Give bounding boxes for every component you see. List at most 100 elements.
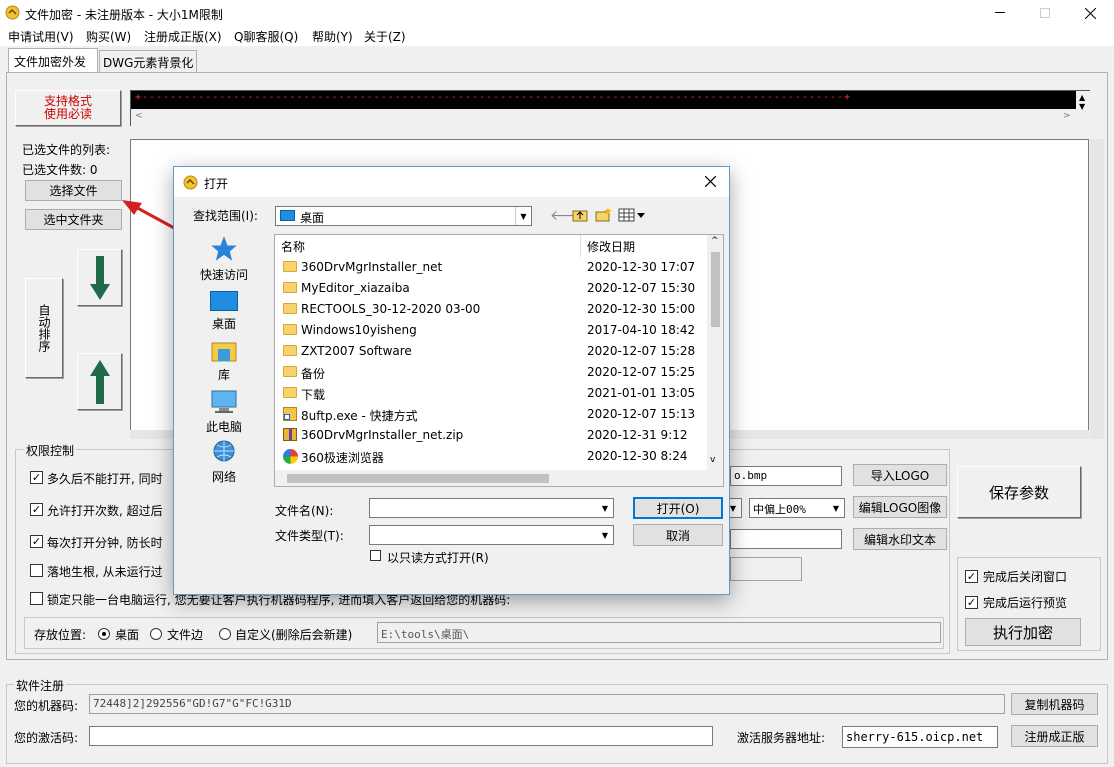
- select-folder-button[interactable]: 选中文件夹: [25, 209, 122, 230]
- file-row[interactable]: RECTOOLS_30-12-2020 03-002020-12-30 15:0…: [275, 299, 707, 320]
- hscroll-thumb[interactable]: [287, 474, 549, 483]
- checkbox-rooted[interactable]: [30, 564, 43, 577]
- dialog-vscroll[interactable]: ^ v: [707, 235, 724, 470]
- file-row[interactable]: 360DrvMgrInstaller_net2020-12-30 17:07: [275, 257, 707, 278]
- storage-path-value: E:\tools\桌面\: [381, 626, 469, 642]
- filename-combo[interactable]: ▼: [369, 498, 614, 518]
- file-name: 360极速浏览器: [301, 449, 384, 466]
- checkbox-open-count[interactable]: ✓: [30, 503, 43, 516]
- place-network-label: 网络: [184, 468, 264, 485]
- label-rooted: 落地生根, 从未运行过: [47, 563, 163, 580]
- cancel-button[interactable]: 取消: [633, 524, 723, 546]
- machine-code-field[interactable]: 72448]2]292556"GD!G7"G"FC!G31D: [89, 694, 1005, 714]
- file-row[interactable]: Windows10yisheng2017-04-10 18:42: [275, 320, 707, 341]
- logo-bmp-value: o.bmp: [734, 469, 767, 482]
- file-row[interactable]: MyEditor_xiazaiba2020-12-07 15:30: [275, 278, 707, 299]
- place-this-pc[interactable]: 此电脑: [184, 389, 264, 437]
- server-address-value: sherry-615.oicp.net: [846, 730, 983, 744]
- logo-position-combo[interactable]: 中偏上00% ▼: [749, 498, 845, 518]
- dialog-file-list[interactable]: 名称 ^ 修改日期 360DrvMgrInstaller_net2020-12-…: [274, 234, 724, 487]
- checkbox-preview-after[interactable]: ✓: [965, 596, 978, 609]
- column-name-header[interactable]: 名称: [281, 238, 305, 255]
- server-address-field[interactable]: sherry-615.oicp.net: [842, 726, 998, 748]
- desktop-icon: [210, 291, 238, 311]
- move-down-button[interactable]: [77, 249, 122, 306]
- menu-about[interactable]: 关于(Z): [364, 28, 406, 45]
- maximize-button[interactable]: [1030, 0, 1060, 26]
- close-button[interactable]: [1075, 0, 1105, 26]
- file-date: 2020-12-30 8:24: [587, 449, 688, 463]
- tab-dwg[interactable]: DWG元素背景化: [99, 50, 197, 72]
- file-date: 2020-12-30 15:00: [587, 302, 695, 316]
- menu-trial[interactable]: 申请试用(V): [8, 28, 74, 45]
- scroll-right-icon: >: [1063, 111, 1071, 121]
- minimize-icon: [995, 12, 1005, 13]
- file-row[interactable]: 下载2021-01-01 13:05: [275, 383, 707, 404]
- watermark-field[interactable]: [730, 529, 842, 549]
- checkbox-minutes[interactable]: ✓: [30, 535, 43, 548]
- place-quick-access[interactable]: 快速访问: [184, 235, 264, 283]
- edit-watermark-button[interactable]: 编辑水印文本: [853, 528, 947, 550]
- chevron-down-icon: ▼: [828, 499, 844, 517]
- log-vscroll[interactable]: ▲ ▼: [1076, 91, 1090, 127]
- select-file-button[interactable]: 选择文件: [25, 180, 122, 201]
- logo-position-value: 中偏上00%: [753, 501, 806, 517]
- lookin-combo[interactable]: 桌面 ▼: [275, 206, 532, 226]
- register-button[interactable]: 注册成正版: [1011, 725, 1098, 747]
- save-params-button[interactable]: 保存参数: [957, 466, 1081, 518]
- move-up-button[interactable]: [77, 353, 122, 410]
- folder-icon: [283, 261, 297, 272]
- radio-custom[interactable]: [219, 628, 231, 640]
- menu-register[interactable]: 注册成正版(X): [144, 28, 222, 45]
- label-minutes: 每次打开分钟, 防长时: [47, 534, 163, 551]
- checkbox-expire[interactable]: ✓: [30, 471, 43, 484]
- open-button[interactable]: 打开(O): [633, 497, 723, 519]
- dialog-title: 打开: [204, 175, 228, 192]
- auto-sort-button[interactable]: 自动排序: [25, 278, 63, 378]
- log-hscroll[interactable]: < >: [131, 109, 1076, 126]
- storage-path-field[interactable]: E:\tools\桌面\: [377, 622, 941, 643]
- checkbox-lock-machine[interactable]: [30, 592, 43, 605]
- browser-icon: [283, 449, 298, 464]
- place-desktop[interactable]: 桌面: [184, 289, 264, 337]
- execute-encrypt-button[interactable]: 执行加密: [965, 618, 1081, 646]
- machine-code-label: 您的机器码:: [14, 697, 78, 714]
- file-row[interactable]: 8uftp.exe - 快捷方式2020-12-07 15:13: [275, 404, 707, 425]
- file-list-vscroll[interactable]: [1090, 139, 1104, 439]
- tab-encrypt[interactable]: 文件加密外发: [8, 48, 98, 72]
- file-row[interactable]: 360DrvMgrInstaller_net.zip2020-12-31 9:1…: [275, 425, 707, 446]
- dialog-close-button[interactable]: [699, 171, 723, 193]
- checkbox-readonly[interactable]: [370, 550, 381, 561]
- import-logo-button[interactable]: 导入LOGO: [853, 464, 947, 486]
- scroll-thumb[interactable]: [711, 252, 720, 327]
- file-row[interactable]: ZXT2007 Software2020-12-07 15:28: [275, 341, 707, 362]
- radio-fileside[interactable]: [150, 628, 162, 640]
- file-row[interactable]: 备份2020-12-07 15:25: [275, 362, 707, 383]
- radio-desktop[interactable]: [98, 628, 110, 640]
- filetype-combo[interactable]: ▼: [369, 525, 614, 545]
- place-library[interactable]: 库: [184, 339, 264, 387]
- edit-logo-button[interactable]: 编辑LOGO图像: [853, 496, 947, 518]
- menu-help[interactable]: 帮助(Y): [312, 28, 353, 45]
- file-name: ZXT2007 Software: [301, 344, 412, 358]
- menu-buy[interactable]: 购买(W): [86, 28, 131, 45]
- logo-bmp-field[interactable]: o.bmp: [730, 466, 842, 486]
- dialog-hscroll[interactable]: [275, 470, 724, 487]
- place-quick-access-label: 快速访问: [184, 266, 264, 283]
- place-network[interactable]: 网络: [184, 439, 264, 487]
- column-date-header[interactable]: 修改日期: [587, 238, 635, 255]
- support-format-button[interactable]: 支持格式 使用必读: [15, 90, 121, 126]
- file-name: 备份: [301, 365, 325, 382]
- menu-qchat[interactable]: Q聊客服(Q): [234, 28, 298, 45]
- new-folder-icon[interactable]: [595, 207, 612, 222]
- up-folder-icon[interactable]: [572, 208, 588, 222]
- activation-code-field[interactable]: [89, 726, 713, 746]
- rooted-field[interactable]: [730, 557, 802, 581]
- file-row[interactable]: 360极速浏览器 2020-12-30 8:24: [275, 446, 707, 467]
- minimize-button[interactable]: [985, 0, 1015, 26]
- file-name: 8uftp.exe - 快捷方式: [301, 407, 418, 424]
- copy-machine-code-button[interactable]: 复制机器码: [1011, 693, 1098, 715]
- view-menu-icon[interactable]: [618, 208, 646, 222]
- file-name: MyEditor_xiazaiba: [301, 281, 410, 295]
- checkbox-close-after[interactable]: ✓: [965, 570, 978, 583]
